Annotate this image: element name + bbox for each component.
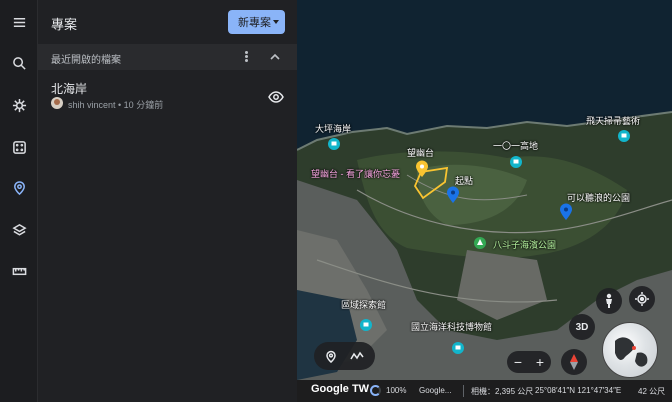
- project-name: 北海岸: [51, 82, 88, 96]
- poi-pin-icon[interactable]: [617, 129, 631, 147]
- blue-placemark-icon[interactable]: [446, 186, 460, 204]
- label-kelang: 可以聽浪的公園: [567, 193, 631, 203]
- label-wangyou-note: 望幽台 - 看了讓你忘憂: [311, 169, 400, 179]
- feeling-lucky-icon[interactable]: [7, 135, 31, 159]
- project-item[interactable]: 北海岸 shih vincent • 10 分鐘前: [38, 74, 297, 114]
- panel-title: 專案: [51, 17, 78, 32]
- avatar: [51, 97, 63, 109]
- data-source-link[interactable]: Google...: [419, 386, 451, 395]
- label-wangyou: 望幽台: [407, 148, 435, 158]
- zoom-out-button[interactable]: −: [514, 354, 522, 370]
- poi-pin-icon[interactable]: [359, 318, 373, 336]
- my-location-icon[interactable]: [629, 286, 655, 312]
- label-yi-gaodi: 一〇一高地: [493, 141, 539, 151]
- blue-placemark-icon[interactable]: [559, 203, 573, 221]
- drawing-tools: [314, 342, 375, 370]
- more-options-icon[interactable]: [241, 50, 251, 64]
- map-style-icon[interactable]: [7, 218, 31, 242]
- search-icon[interactable]: [7, 51, 31, 75]
- google-logo: Google TW: [311, 383, 370, 395]
- new-project-label: 新專案: [238, 17, 271, 29]
- projects-icon[interactable]: [7, 176, 31, 200]
- menu-icon[interactable]: [7, 10, 31, 34]
- toggle-3d-button[interactable]: 3D: [569, 314, 595, 340]
- label-dakeng: 大坪海岸: [315, 124, 352, 134]
- zoom-in-button[interactable]: +: [536, 354, 544, 370]
- compass-icon[interactable]: [561, 349, 587, 375]
- coordinates: 25°08′41″N 121°47′34″E: [535, 386, 622, 395]
- recent-files-title: 最近開啟的檔案: [51, 55, 121, 66]
- status-bar: Google TW 100% Google... 相機：2,395 公尺 25°…: [297, 380, 672, 402]
- label-badouzi: 八斗子海濱公園: [493, 240, 557, 250]
- poi-pin-icon[interactable]: [327, 137, 341, 155]
- projects-panel: 專案 新專案 最近開啟的檔案 北海岸 shih vincent • 10 分鐘前: [38, 0, 297, 402]
- globe-overview-icon[interactable]: [602, 322, 658, 378]
- poi-pin-icon[interactable]: [509, 155, 523, 173]
- label-museum: 國立海洋科技博物館: [411, 322, 493, 332]
- loading-ring-icon: [370, 385, 381, 396]
- panel-header: 專案 新專案: [38, 0, 297, 44]
- park-pin-icon[interactable]: [473, 236, 487, 254]
- project-meta: shih vincent • 10 分鐘前: [68, 100, 164, 110]
- label-quyu: 區域探索館: [341, 300, 387, 310]
- street-view-pegman-icon[interactable]: [596, 288, 622, 314]
- add-placemark-icon[interactable]: [324, 349, 338, 363]
- label-feitian: 飛天掃帚藝術: [586, 116, 641, 126]
- new-project-button[interactable]: 新專案: [228, 10, 285, 34]
- map-view[interactable]: 大坪海岸 飛天掃帚藝術 望幽台 一〇一高地 起點 望幽台 - 看了讓你忘憂 可以…: [297, 0, 672, 402]
- zoom-controls: − +: [507, 351, 551, 373]
- left-rail: [0, 0, 38, 402]
- yellow-placemark-icon[interactable]: [415, 160, 429, 178]
- separator: [463, 385, 464, 397]
- dropdown-caret-icon: [273, 20, 279, 24]
- measure-icon[interactable]: [7, 259, 31, 283]
- load-percent: 100%: [386, 386, 407, 395]
- add-path-icon[interactable]: [350, 349, 364, 363]
- camera-distance: 相機：2,395 公尺: [471, 387, 534, 396]
- altitude: 42 公尺: [638, 387, 666, 396]
- visibility-eye-icon[interactable]: [268, 90, 284, 103]
- recent-files-header: 最近開啟的檔案: [38, 44, 297, 70]
- collapse-chevron-icon[interactable]: [268, 50, 282, 64]
- poi-pin-icon[interactable]: [451, 341, 465, 359]
- voyager-icon[interactable]: [7, 93, 31, 117]
